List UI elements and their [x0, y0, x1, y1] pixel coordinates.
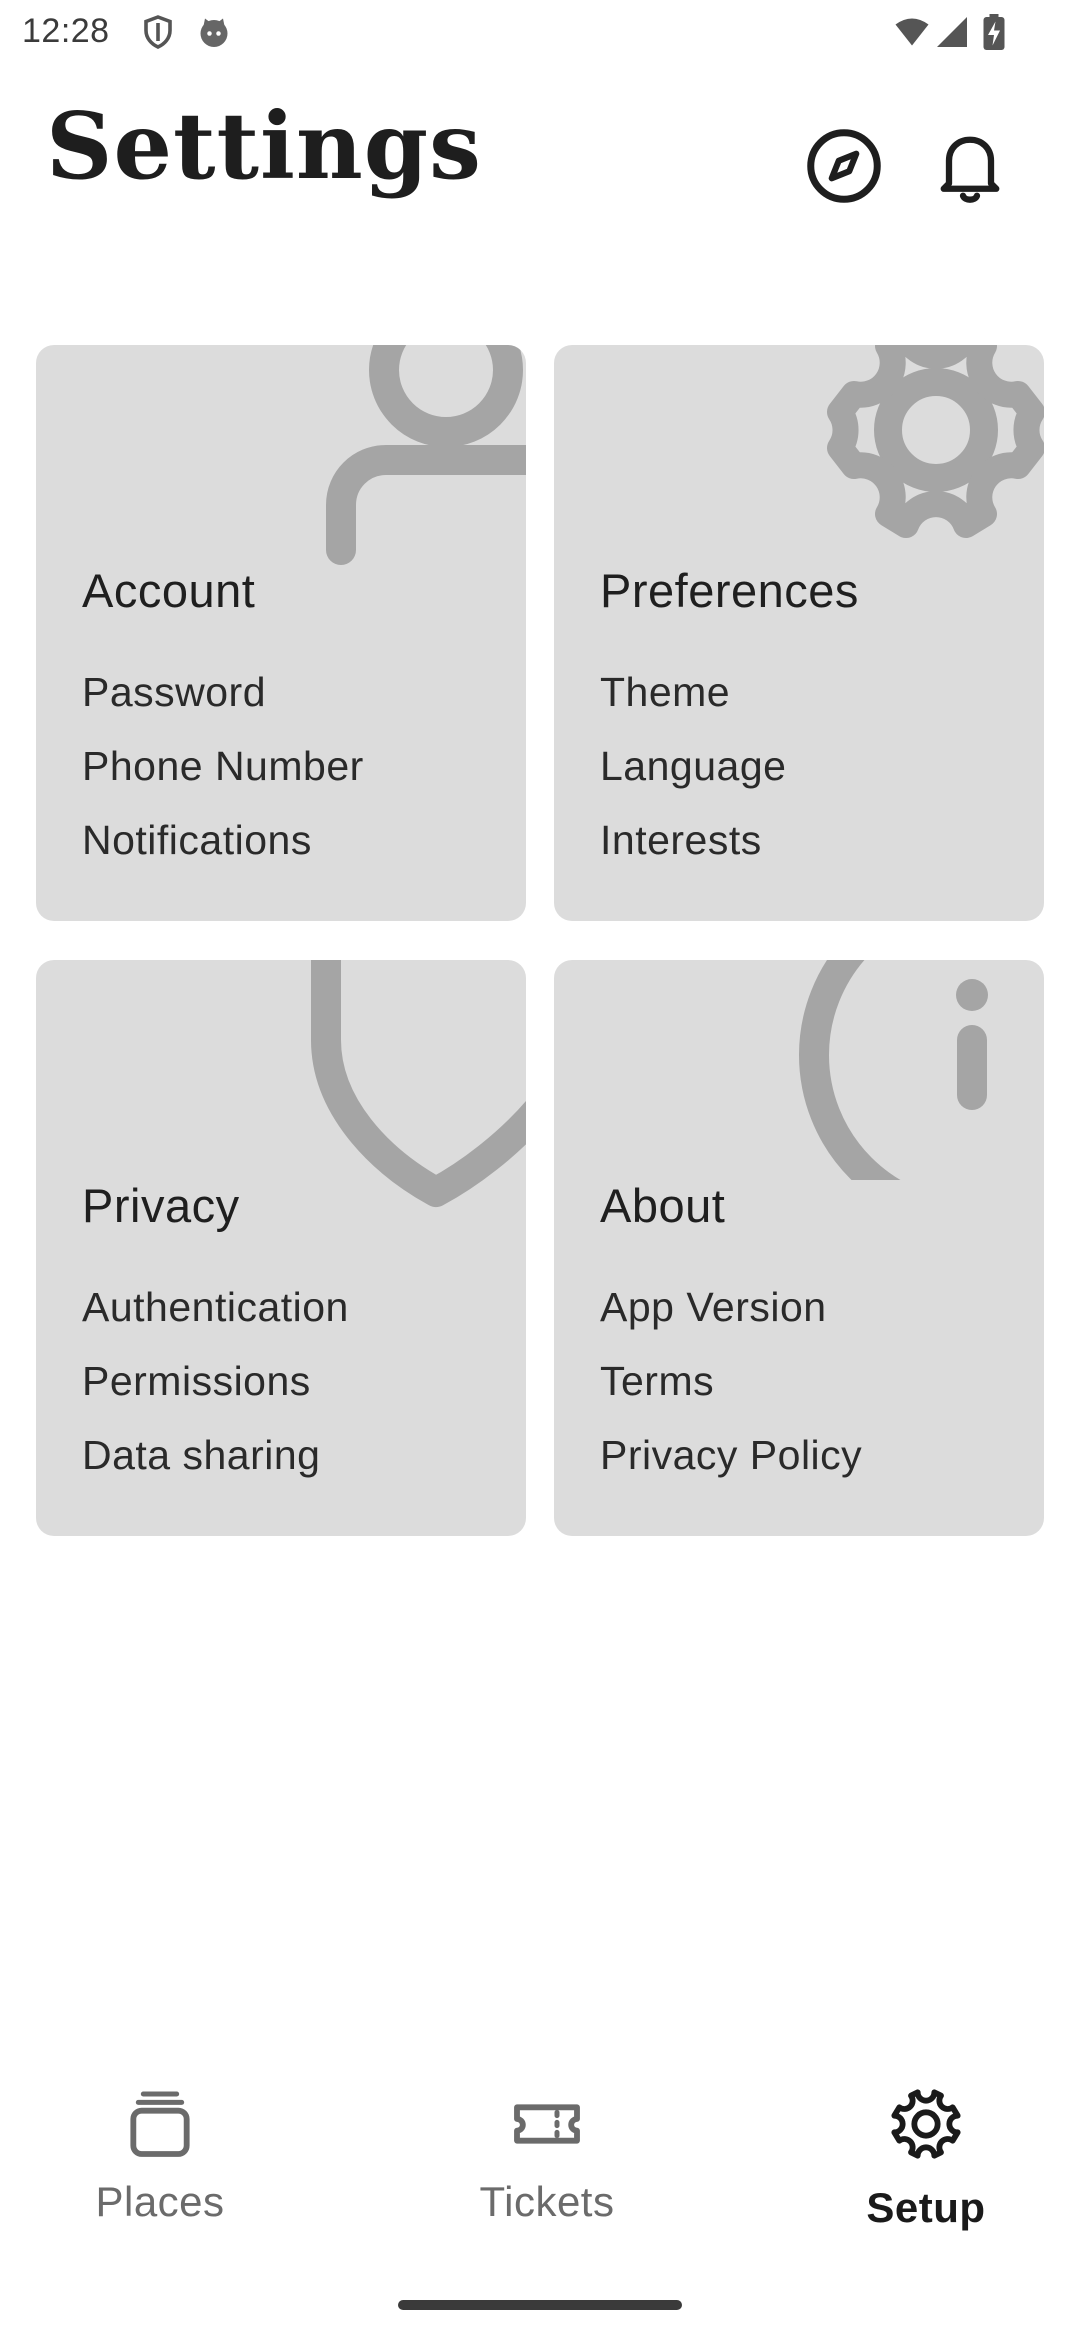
status-time: 12:28	[22, 12, 110, 50]
nav-tab-setup[interactable]: Setup	[776, 2060, 1076, 2260]
account-item-notifications[interactable]: Notifications	[82, 803, 364, 877]
privacy-item-data-sharing[interactable]: Data sharing	[82, 1418, 349, 1492]
preferences-item-theme[interactable]: Theme	[600, 655, 786, 729]
preferences-item-interests[interactable]: Interests	[600, 803, 786, 877]
card-title: Privacy	[82, 1179, 240, 1232]
account-item-password[interactable]: Password	[82, 655, 364, 729]
card-item-list: Authentication Permissions Data sharing	[82, 1270, 349, 1492]
about-item-privacy-policy[interactable]: Privacy Policy	[600, 1418, 862, 1492]
battery-charging-icon	[982, 14, 1006, 50]
nav-label: Tickets	[479, 2178, 615, 2225]
card-item-list: Password Phone Number Notifications	[82, 655, 364, 877]
card-title: About	[600, 1179, 726, 1232]
cellular-signal-icon	[934, 14, 970, 50]
card-title: Account	[82, 564, 256, 617]
bottom-navigation: Places Tickets Setup	[0, 2060, 1080, 2260]
person-icon	[326, 345, 526, 565]
nav-label: Places	[95, 2178, 225, 2225]
gear-icon	[827, 345, 1044, 538]
preferences-card[interactable]: Preferences Theme Language Interests	[554, 345, 1044, 921]
shield-icon	[311, 960, 526, 1207]
bell-icon	[940, 136, 1000, 203]
notifications-button[interactable]	[928, 124, 1012, 208]
about-card[interactable]: About App Version Terms Privacy Policy	[554, 960, 1044, 1536]
home-indicator[interactable]	[398, 2300, 682, 2310]
ticket-icon	[507, 2084, 587, 2164]
cat-face-icon	[196, 14, 232, 50]
card-item-list: App Version Terms Privacy Policy	[600, 1270, 862, 1492]
card-item-list: Theme Language Interests	[600, 655, 786, 877]
stacked-cards-icon	[120, 2084, 200, 2164]
privacy-item-permissions[interactable]: Permissions	[82, 1344, 349, 1418]
privacy-item-authentication[interactable]: Authentication	[82, 1270, 349, 1344]
nav-tab-tickets[interactable]: Tickets	[397, 2060, 697, 2260]
account-item-phone-number[interactable]: Phone Number	[82, 729, 364, 803]
privacy-card[interactable]: Privacy Authentication Permissions Data …	[36, 960, 526, 1536]
wifi-icon	[894, 14, 930, 50]
card-title: Preferences	[600, 564, 859, 617]
explore-button[interactable]	[802, 124, 886, 208]
about-item-app-version[interactable]: App Version	[600, 1270, 862, 1344]
nav-label: Setup	[866, 2184, 986, 2231]
compass-icon	[807, 129, 881, 203]
status-bar: 12:28	[0, 0, 1080, 64]
shield-icon	[140, 14, 176, 50]
account-card[interactable]: Account Password Phone Number Notificati…	[36, 345, 526, 921]
page-title: Settings	[46, 92, 482, 200]
preferences-item-language[interactable]: Language	[600, 729, 786, 803]
info-icon	[799, 960, 988, 1180]
gear-icon	[886, 2084, 966, 2164]
nav-tab-places[interactable]: Places	[10, 2060, 310, 2260]
about-item-terms[interactable]: Terms	[600, 1344, 862, 1418]
